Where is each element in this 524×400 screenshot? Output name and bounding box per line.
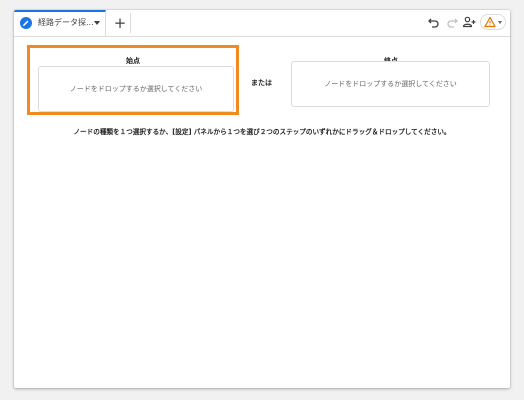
pencil-icon (20, 17, 32, 29)
chevron-down-icon (498, 21, 502, 24)
add-tab-button[interactable]: + (110, 13, 131, 33)
undo-icon[interactable] (427, 15, 441, 29)
or-label: または (251, 79, 272, 87)
start-node-dropzone[interactable]: ノードをドロップするか選択してください (38, 66, 234, 112)
warning-menu-button[interactable] (480, 14, 506, 30)
redo-icon[interactable] (445, 15, 459, 29)
tab-label: 経路データ探... (38, 18, 94, 27)
chevron-down-icon[interactable] (94, 21, 100, 25)
end-node-dropzone[interactable]: ノードをドロップするか選択してください (291, 61, 490, 107)
warning-icon (484, 16, 496, 28)
start-label: 始点 (126, 57, 140, 65)
app-window: 経路データ探... + 始点 ノードをドロップするか選択してください または ノ… (14, 10, 510, 388)
share-user-icon[interactable] (462, 15, 476, 29)
tab-path-exploration[interactable]: 経路データ探... (14, 10, 106, 36)
instruction-text: ノードの種類を１つ選択するか、[設定] パネルから１つを選び２つのステップのいず… (73, 128, 451, 136)
tab-bar: 経路データ探... + (14, 10, 510, 37)
